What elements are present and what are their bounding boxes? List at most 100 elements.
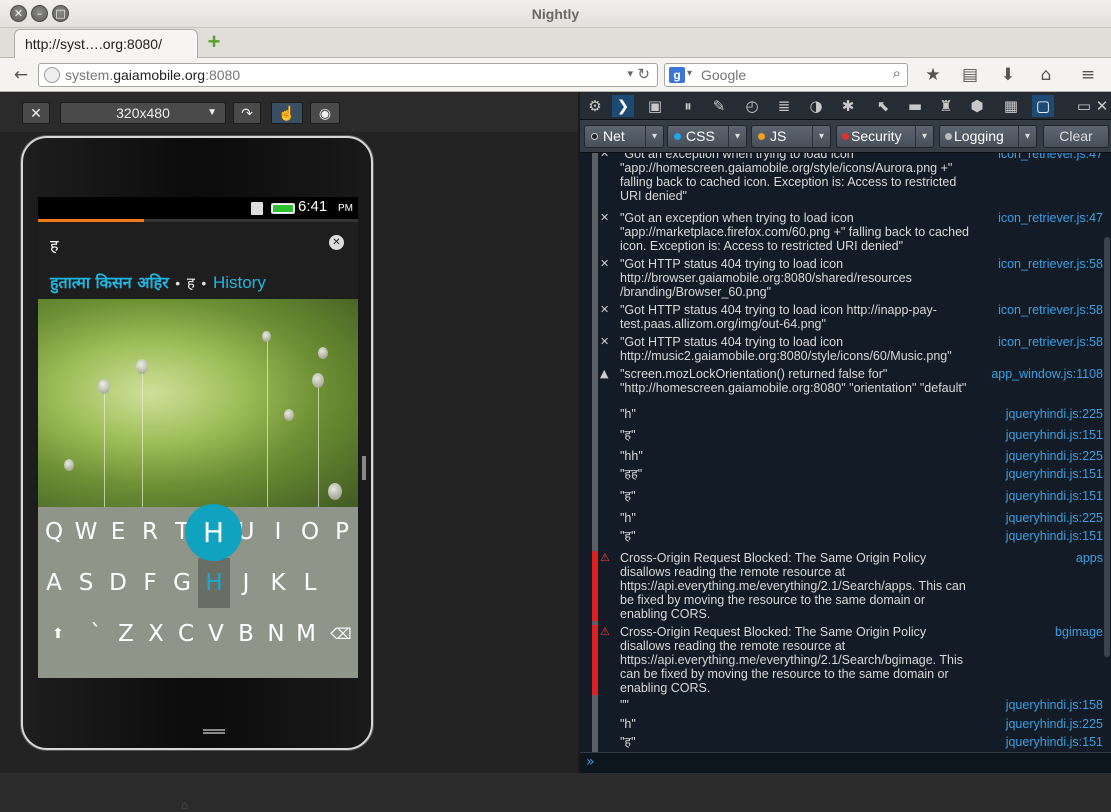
screen-size-select[interactable]: 320x480 ▼ <box>60 102 226 124</box>
rocketbar-input[interactable]: ह <box>50 234 59 256</box>
keyboard-key[interactable]: ` <box>80 609 112 659</box>
chevron-down-icon[interactable]: ▾ <box>645 126 663 147</box>
resize-handle[interactable] <box>203 729 225 734</box>
keyboard-key[interactable]: A <box>38 558 70 608</box>
url-bar[interactable]: system.gaiamobile.org:8080 ▾ ↻ <box>38 63 658 87</box>
keyboard-key[interactable]: W <box>70 507 102 557</box>
keyboard-key[interactable]: N <box>260 609 292 659</box>
filter-logging-button[interactable]: Logging ▾ <box>939 125 1037 148</box>
back-icon[interactable]: ← <box>10 64 32 86</box>
tab-current[interactable]: http://syst….org:8080/ <box>14 29 198 58</box>
console-message-source-link[interactable]: icon_retriever.js:47 <box>998 211 1103 225</box>
console-message-source-link[interactable]: icon_retriever.js:58 <box>998 257 1103 271</box>
3d-view-icon[interactable]: ⬢ <box>966 95 988 117</box>
keyboard-key[interactable]: S <box>70 558 102 608</box>
filter-css-button[interactable]: CSS ▾ <box>667 125 747 148</box>
keyboard-key[interactable]: B <box>230 609 262 659</box>
shift-key-icon[interactable]: ⬆ <box>42 609 74 659</box>
scratchpad-icon[interactable]: ▦ <box>1000 95 1022 117</box>
site-identity-icon[interactable] <box>44 67 60 83</box>
console-message-source-link[interactable]: bgimage <box>1055 625 1103 639</box>
clear-console-button[interactable]: Clear <box>1043 125 1109 148</box>
console-message-source-link[interactable]: jqueryhindi.js:225 <box>1006 407 1103 421</box>
console-message-source-link[interactable]: jqueryhindi.js:225 <box>1006 717 1103 731</box>
responsive-mode-icon[interactable]: ▢ <box>1032 95 1054 117</box>
home-button-icon[interactable]: ⌂ <box>181 798 188 812</box>
dock-side-icon[interactable]: ▭ <box>1073 95 1095 117</box>
reload-icon[interactable]: ↻ <box>637 65 650 83</box>
google-icon[interactable]: g <box>669 67 685 83</box>
keyboard-key[interactable]: O <box>294 507 326 557</box>
keyboard-key[interactable]: L <box>294 558 326 608</box>
keyboard-key[interactable]: E <box>102 507 134 557</box>
touch-events-icon[interactable]: ☝ <box>271 102 303 124</box>
console-message-source-link[interactable]: icon_retriever.js:58 <box>998 303 1103 317</box>
bookmarks-menu-icon[interactable]: ▤ <box>959 64 981 86</box>
keyboard-key[interactable]: Z <box>110 609 142 659</box>
suggestion-item[interactable]: हुतात्मा किसन अहिर <box>50 273 169 292</box>
keyboard-key[interactable]: F <box>134 558 166 608</box>
console-message-source-link[interactable]: jqueryhindi.js:151 <box>1006 735 1103 749</box>
chevron-down-icon[interactable]: ▾ <box>728 126 746 147</box>
console-message-source-link[interactable]: app_window.js:1108 <box>991 367 1103 381</box>
close-devtools-icon[interactable]: ✕ <box>1095 95 1109 117</box>
backspace-key-icon[interactable]: ⌫ <box>325 609 357 659</box>
search-icon[interactable]: ⌕ <box>893 65 901 82</box>
network-tab-icon[interactable]: ≣ <box>773 95 795 117</box>
close-responsive-button[interactable]: ✕ <box>22 102 50 124</box>
home-icon[interactable]: ⌂ <box>1035 64 1057 86</box>
clear-search-icon[interactable]: ✕ <box>329 235 344 250</box>
firebug-tab-icon[interactable]: ◑ <box>805 95 827 117</box>
keyboard-key[interactable]: V <box>200 609 232 659</box>
console-scrollbar[interactable] <box>1104 237 1110 657</box>
paint-flashing-icon[interactable]: ♜ <box>935 95 957 117</box>
console-message-source-link[interactable]: icon_retriever.js:58 <box>998 335 1103 349</box>
console-message-source-link[interactable]: apps <box>1076 551 1103 565</box>
bug-icon[interactable]: ✱ <box>837 95 859 117</box>
console-message-source-link[interactable]: jqueryhindi.js:225 <box>1006 511 1103 525</box>
split-console-icon[interactable]: ▬ <box>904 95 926 117</box>
profiler-tab-icon[interactable]: ◴ <box>741 95 763 117</box>
filter-security-button[interactable]: Security ▾ <box>836 125 934 148</box>
console-message-source-link[interactable]: jqueryhindi.js:151 <box>1006 529 1103 543</box>
chevron-down-icon[interactable]: ▾ <box>915 126 933 147</box>
inspector-tab-icon[interactable]: ▣ <box>644 95 666 117</box>
url-dropdown-icon[interactable]: ▾ <box>627 67 633 80</box>
keyboard-key[interactable]: Q <box>38 507 70 557</box>
settings-icon[interactable]: ⚙ <box>584 95 606 117</box>
keyboard-key[interactable]: G <box>166 558 198 608</box>
keyboard-key[interactable]: R <box>134 507 166 557</box>
search-box[interactable]: g ▾ ⌕ <box>664 63 908 87</box>
rocketbar[interactable]: ह ✕ <box>38 222 358 263</box>
console-message-source-link[interactable]: jqueryhindi.js:151 <box>1006 428 1103 442</box>
keyboard-key[interactable]: X <box>140 609 172 659</box>
chevron-down-icon[interactable]: ▾ <box>1018 126 1036 147</box>
rotate-icon[interactable]: ↷ <box>233 102 261 124</box>
menu-icon[interactable]: ≡ <box>1077 64 1099 86</box>
keyboard-key[interactable]: J <box>230 558 262 608</box>
resize-grip-icon[interactable] <box>362 456 366 480</box>
console-message-source-link[interactable]: icon_retriever.js:47 <box>998 153 1103 161</box>
keyboard-key[interactable]: I <box>262 507 294 557</box>
downloads-icon[interactable]: ⬇ <box>997 64 1019 86</box>
console-input[interactable] <box>604 755 1094 771</box>
keyboard-key[interactable]: D <box>102 558 134 608</box>
filter-js-button[interactable]: JS ▾ <box>751 125 831 148</box>
bookmark-star-icon[interactable]: ★ <box>922 64 944 86</box>
search-engine-dropdown-icon[interactable]: ▾ <box>687 68 692 79</box>
keyboard-key[interactable]: H <box>198 558 230 608</box>
console-message-source-link[interactable]: jqueryhindi.js:158 <box>1006 698 1103 712</box>
suggestion-item[interactable]: History <box>213 273 266 292</box>
keyboard-key[interactable]: C <box>170 609 202 659</box>
console-tab-icon[interactable]: ❯ <box>612 95 634 117</box>
filter-net-button[interactable]: Net ▾ <box>584 125 664 148</box>
pick-element-icon[interactable]: ⬉ <box>872 95 894 117</box>
chevron-down-icon[interactable]: ▾ <box>812 126 830 147</box>
console-message-source-link[interactable]: jqueryhindi.js:151 <box>1006 467 1103 481</box>
screenshot-icon[interactable]: ◉ <box>310 102 340 124</box>
console-message-source-link[interactable]: jqueryhindi.js:151 <box>1006 489 1103 503</box>
new-tab-icon[interactable]: + <box>204 31 224 53</box>
suggestion-item[interactable]: ह <box>187 274 195 292</box>
keyboard-key[interactable]: K <box>262 558 294 608</box>
keyboard-key[interactable]: P <box>326 507 358 557</box>
